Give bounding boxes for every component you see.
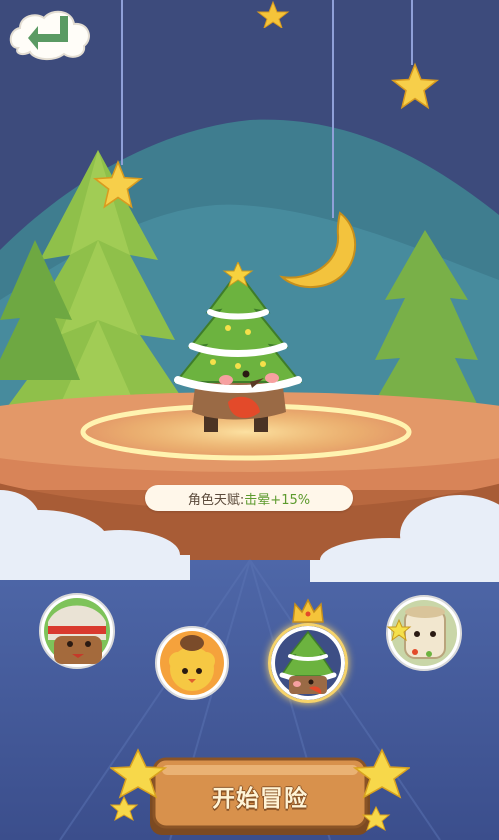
back-button[interactable] bbox=[6, 6, 96, 66]
avatar-fluffy-yellow[interactable] bbox=[154, 625, 230, 701]
back-arrow-icon bbox=[9, 10, 90, 60]
star-icon bbox=[390, 62, 440, 110]
star-icon bbox=[92, 160, 144, 209]
fluffy-yellow-portrait bbox=[155, 626, 229, 700]
character-talent-label: 角色天赋: 击晕+15% bbox=[145, 485, 353, 511]
crown-icon bbox=[292, 598, 324, 623]
talent-label: 角色天赋: bbox=[187, 492, 245, 508]
talent-value: 击晕+15% bbox=[244, 492, 311, 508]
star-icon bbox=[256, 0, 290, 28]
christmas-tree-character bbox=[173, 262, 303, 432]
start-adventure-label: 开始冒险 bbox=[212, 786, 308, 812]
christmas-tree-portrait bbox=[271, 626, 345, 700]
game-screen: 角色天赋: 击晕+15% 开始冒险 bbox=[0, 0, 499, 840]
avatar-christmas-tree-selected[interactable] bbox=[268, 623, 348, 703]
avatar-stump[interactable] bbox=[385, 594, 463, 672]
stump-portrait bbox=[386, 595, 462, 671]
start-adventure-button[interactable]: 开始冒险 bbox=[110, 745, 410, 840]
headband-warrior-portrait bbox=[39, 593, 115, 669]
avatar-headband-warrior[interactable] bbox=[38, 592, 116, 670]
